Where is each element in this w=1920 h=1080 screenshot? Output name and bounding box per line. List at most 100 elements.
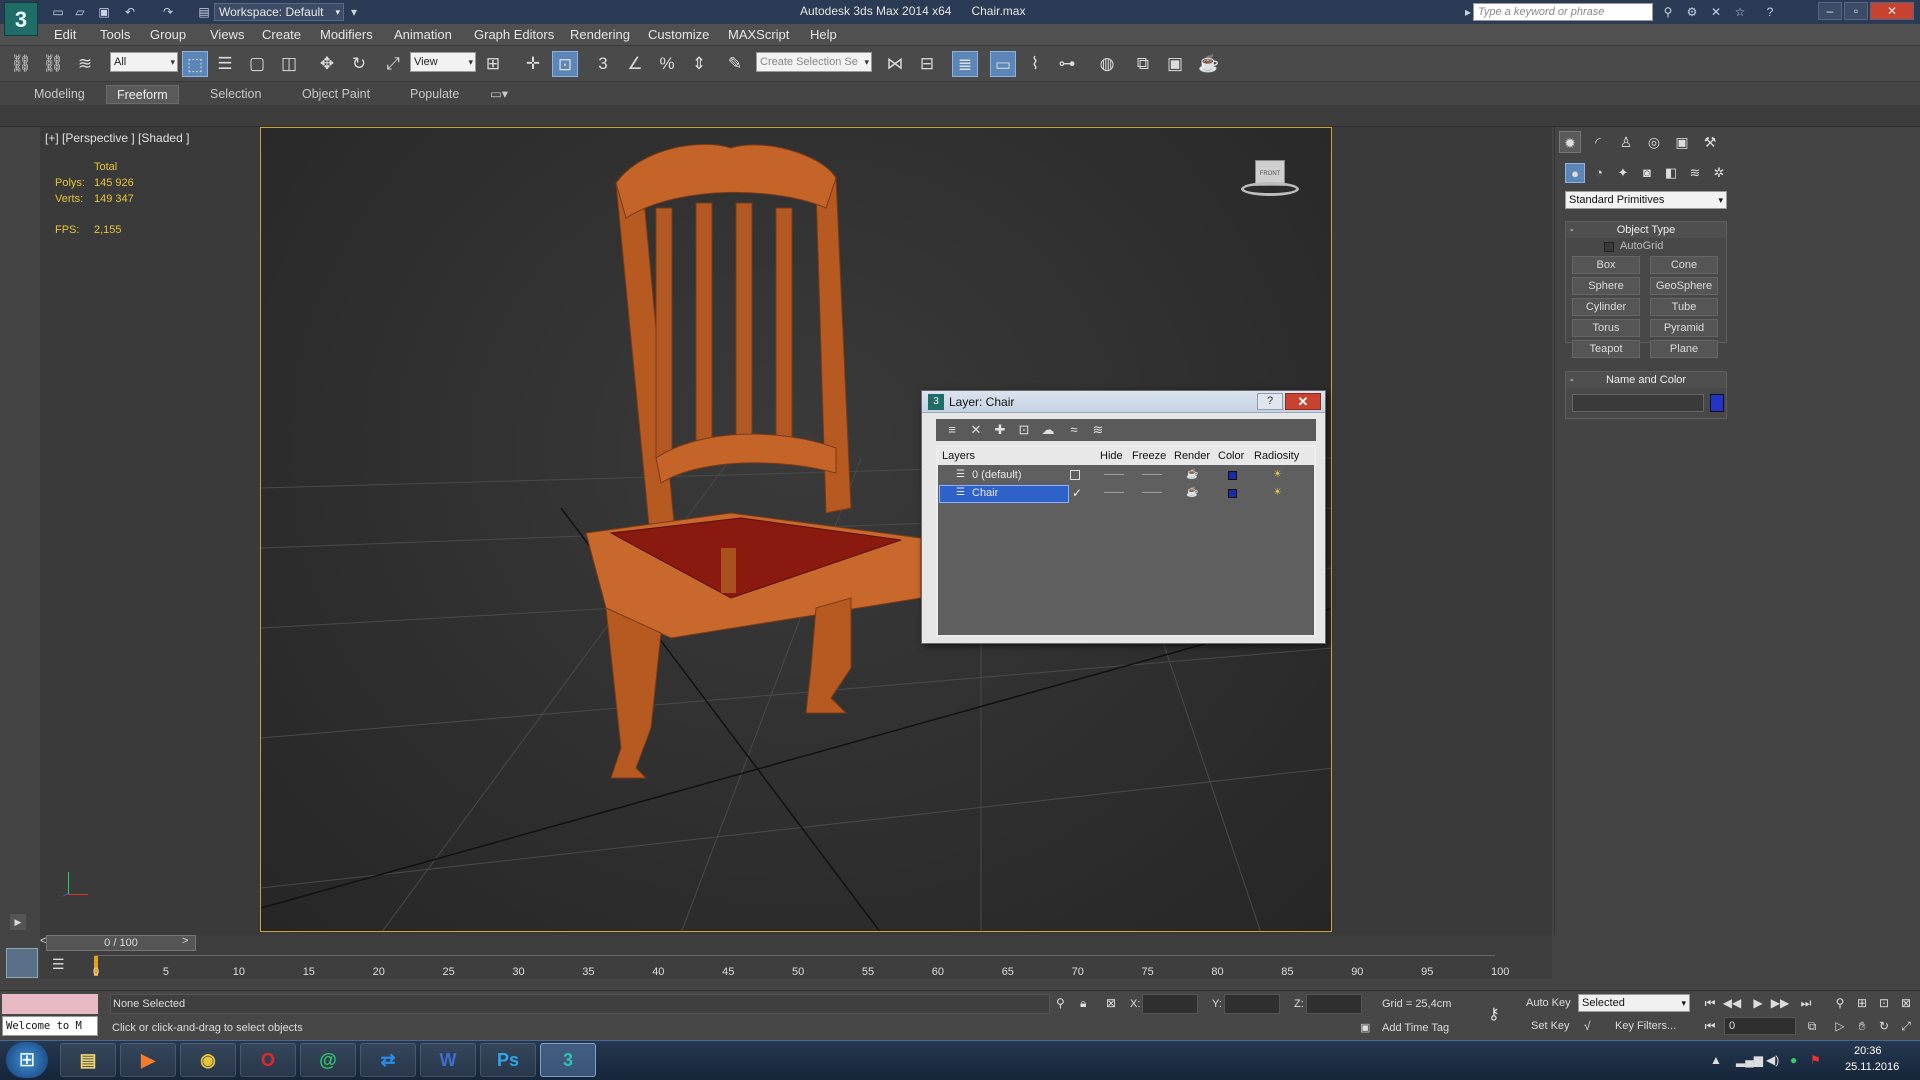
app-logo-icon[interactable]: 3 [4, 2, 38, 36]
percent-snap-icon[interactable]: % [654, 51, 680, 77]
cylinder-button[interactable]: Cylinder [1572, 298, 1640, 316]
box-button[interactable]: Box [1572, 256, 1640, 274]
add-time-tag-button[interactable]: Add Time Tag [1382, 1022, 1449, 1034]
zoom-extents-all-icon[interactable]: ⊠ [1896, 994, 1916, 1012]
volume-icon[interactable]: ◀) [1766, 1053, 1779, 1067]
go-to-start-icon[interactable]: ⏮ [1700, 994, 1720, 1012]
previous-frame-icon[interactable]: ◀︎◀︎ [1722, 994, 1742, 1012]
photoshop-icon[interactable]: Ps [480, 1043, 536, 1077]
hide-toggle[interactable]: —— [1104, 487, 1124, 498]
column-color[interactable]: Color [1218, 450, 1244, 462]
menu-help[interactable]: Help [810, 27, 837, 42]
cone-button[interactable]: Cone [1650, 256, 1718, 274]
teapot-button[interactable]: Teapot [1572, 340, 1640, 358]
delete-layer-icon[interactable]: ✕ [966, 421, 986, 439]
keyword-search-input[interactable]: Type a keyword or phrase [1473, 3, 1653, 21]
viewcube[interactable]: FRONT [1241, 160, 1299, 198]
pivot-center-icon[interactable]: ⊞ [480, 51, 506, 77]
selection-lock-icon[interactable]: 🔒︎ [1080, 996, 1086, 1011]
tray-clock-date[interactable]: 25.11.2016 [1845, 1061, 1899, 1073]
tab-populate[interactable]: Populate [400, 85, 469, 104]
column-hide[interactable]: Hide [1100, 450, 1123, 462]
quick-access-menu-icon[interactable]: ▾ [346, 4, 362, 20]
redo-icon[interactable]: ↷ [160, 4, 176, 20]
go-to-end-icon[interactable]: ⏭ [1796, 994, 1816, 1012]
render-setup-icon[interactable]: ⧉ [1130, 51, 1156, 77]
snaps-toggle-icon[interactable]: 3 [590, 51, 616, 77]
select-and-manipulate-icon[interactable]: ✛ [520, 51, 546, 77]
object-name-input[interactable] [1572, 394, 1704, 412]
pyramid-button[interactable]: Pyramid [1650, 319, 1718, 337]
menu-customize[interactable]: Customize [648, 27, 709, 42]
select-object-icon[interactable]: ⬚ [182, 51, 208, 77]
layer-color-swatch[interactable] [1228, 489, 1237, 498]
tray-expand-icon[interactable]: ▲ [1710, 1053, 1722, 1067]
lights-category-icon[interactable]: ✦ [1613, 163, 1633, 183]
hierarchy-tab-icon[interactable]: ♙ [1615, 131, 1637, 153]
z-coordinate-field[interactable] [1306, 994, 1362, 1014]
play-icon[interactable]: ▶ [1748, 994, 1768, 1012]
dialog-titlebar[interactable]: 3 Layer: Chair ? ✕ [922, 391, 1325, 413]
new-file-icon[interactable]: ▭ [50, 4, 66, 20]
autogrid-checkbox[interactable] [1604, 242, 1614, 252]
ribbon-options-icon[interactable]: ▭▾ [480, 85, 518, 104]
helpers-category-icon[interactable]: ◧ [1661, 163, 1681, 183]
maximize-viewport-icon[interactable]: ⤢ [1896, 1017, 1916, 1035]
layer-name[interactable]: Chair [972, 487, 998, 499]
unlink-selection-icon[interactable]: ⛓ [40, 51, 66, 77]
track-bar-toggle-icon[interactable]: ☰ [52, 956, 65, 973]
geometry-category-icon[interactable]: ● [1565, 163, 1585, 183]
media-player-icon[interactable]: ▶ [120, 1043, 176, 1077]
absolute-mode-icon[interactable]: ⊠ [1106, 996, 1116, 1010]
layer-row-chair[interactable]: ☰ Chair ✓ —— —— ☕ ☀ [938, 485, 1314, 503]
time-slider[interactable]: 0 / 100 [46, 935, 196, 951]
menu-animation[interactable]: Animation [394, 27, 452, 42]
network-icon[interactable]: ▂▄▆ [1736, 1053, 1763, 1067]
object-color-swatch[interactable] [1710, 394, 1724, 412]
tube-button[interactable]: Tube [1650, 298, 1718, 316]
word-icon[interactable]: W [420, 1043, 476, 1077]
orbit-icon[interactable]: ↻ [1874, 1017, 1894, 1035]
chrome-icon[interactable]: ◉ [180, 1043, 236, 1077]
render-teapot-icon[interactable]: ☕ [1186, 469, 1198, 480]
scale-icon[interactable]: ⤢ [380, 51, 406, 77]
pan-view-icon[interactable]: ✋︎ [1852, 1017, 1872, 1035]
action-center-icon[interactable]: ⚑ [1810, 1053, 1821, 1067]
menu-create[interactable]: Create [262, 27, 301, 42]
create-tab-icon[interactable]: ✹ [1559, 131, 1581, 153]
selection-filter-dropdown[interactable]: All ▾ [110, 52, 178, 72]
start-button-icon[interactable]: ⊞ [6, 1042, 48, 1078]
menu-edit[interactable]: Edit [54, 27, 76, 42]
shapes-category-icon[interactable]: ◔ [1589, 163, 1609, 183]
tab-selection[interactable]: Selection [200, 85, 271, 104]
subscription-icon[interactable]: ⚙ [1684, 4, 1700, 20]
dialog-close-button[interactable]: ✕ [1285, 393, 1321, 410]
freeze-toggle[interactable]: —— [1142, 487, 1162, 498]
project-folder-icon[interactable]: ▤ [196, 4, 212, 20]
motion-tab-icon[interactable]: ◎ [1643, 131, 1665, 153]
keyboard-shortcut-override-icon[interactable]: ⊡ [552, 51, 578, 77]
teamviewer-icon[interactable]: ⇄ [360, 1043, 416, 1077]
column-render[interactable]: Render [1174, 450, 1210, 462]
select-and-link-icon[interactable]: ⛓ [8, 51, 34, 77]
spinner-snap-icon[interactable]: ⇕ [686, 51, 712, 77]
workspace-dropdown[interactable]: Workspace: Default ▾ [214, 3, 344, 21]
menu-rendering[interactable]: Rendering [570, 27, 630, 42]
radiosity-sun-icon[interactable]: ☀ [1273, 469, 1282, 480]
tab-modeling[interactable]: Modeling [24, 85, 95, 104]
primitive-category-dropdown[interactable]: Standard Primitives ▾ [1565, 191, 1727, 209]
menu-tools[interactable]: Tools [100, 27, 130, 42]
select-highlighted-layers-icon[interactable]: ☁ [1038, 421, 1058, 439]
schematic-view-icon[interactable]: ⊶ [1054, 51, 1080, 77]
next-frame-icon[interactable]: ▶︎▶︎ [1770, 994, 1790, 1012]
viewport-label[interactable]: [+] [Perspective ] [Shaded ] [45, 131, 189, 145]
current-frame-field[interactable]: 0 [1724, 1017, 1796, 1035]
help-icon[interactable]: ? [1762, 4, 1778, 20]
column-radiosity[interactable]: Radiosity [1254, 450, 1299, 462]
freeze-unfreeze-all-icon[interactable]: ≋ [1088, 421, 1108, 439]
add-selected-to-layer-icon[interactable]: ✚ [990, 421, 1010, 439]
auto-key-button[interactable]: Auto Key [1526, 997, 1571, 1009]
close-button[interactable]: ✕ [1870, 2, 1914, 20]
graphite-modeling-tools-icon[interactable]: ▭ [990, 51, 1016, 77]
binoculars-icon[interactable]: ⚲ [1660, 4, 1676, 20]
